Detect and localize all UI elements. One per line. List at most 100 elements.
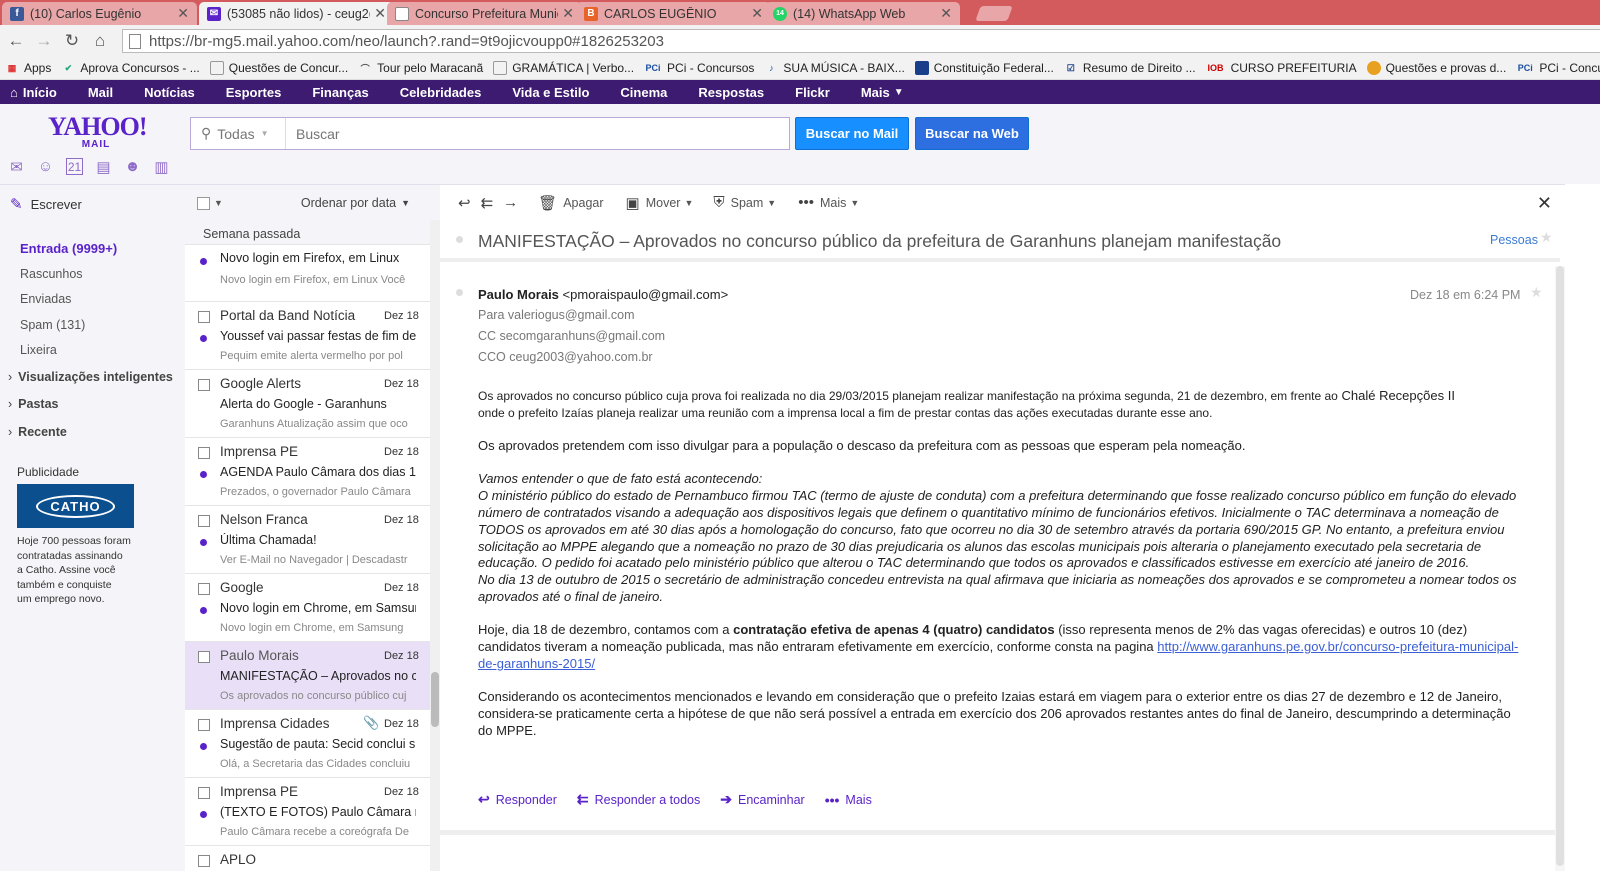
row-checkbox[interactable] xyxy=(198,515,210,527)
scrollbar-thumb[interactable] xyxy=(1556,266,1564,866)
nav-vida-e-estilo[interactable]: Vida e Estilo xyxy=(496,85,604,100)
folder-sent[interactable]: Enviadas xyxy=(20,292,71,306)
list-item[interactable]: Portal da Band Notícia Dez 18 Youssef va… xyxy=(185,302,430,370)
newsfeed-icon[interactable]: ▥ xyxy=(153,158,170,176)
calendar-icon[interactable]: 21 xyxy=(66,158,83,175)
browser-tab-concurso[interactable]: Concurso Prefeitura Munic ✕ xyxy=(387,2,582,25)
folder-spam[interactable]: Spam (131) xyxy=(20,318,85,332)
browser-tab-facebook[interactable]: f (10) Carlos Eugênio ✕ xyxy=(2,2,197,25)
messenger-icon[interactable]: ☻ xyxy=(124,158,141,175)
reply-all-button[interactable]: ⇇ Responder a todos xyxy=(577,791,700,808)
read-status-dot[interactable] xyxy=(456,289,463,296)
nav-inicio[interactable]: ⌂ Início xyxy=(0,85,72,100)
bookmark-apps[interactable]: ▦ Apps xyxy=(0,61,56,75)
bookmark-item[interactable]: ⌒ Tour pelo Maracanã xyxy=(353,61,488,75)
forward-icon[interactable]: → xyxy=(32,29,56,53)
row-checkbox[interactable] xyxy=(198,855,210,867)
bookmark-item[interactable]: ♪ SUA MÚSICA - BAIX... xyxy=(759,61,909,75)
close-tab-icon[interactable]: ✕ xyxy=(177,5,189,22)
section-smart-views[interactable]: › Visualizações inteligentes xyxy=(8,370,173,384)
section-recent[interactable]: › Recente xyxy=(8,425,67,439)
yahoo-mail-logo[interactable]: YAHOO! MAIL xyxy=(48,114,148,150)
row-checkbox[interactable] xyxy=(198,447,210,459)
row-checkbox[interactable] xyxy=(198,311,210,323)
nav-respostas[interactable]: Respostas xyxy=(682,85,779,100)
message-scrollbar[interactable] xyxy=(1555,266,1565,871)
nav-financas[interactable]: Finanças xyxy=(296,85,383,100)
section-folders[interactable]: › Pastas xyxy=(8,397,58,411)
back-icon[interactable]: ← xyxy=(4,29,28,53)
forward-button[interactable]: ➔ Encaminhar xyxy=(720,791,804,808)
list-item[interactable]: Nelson Franca Dez 18 Última Chamada! Ver… xyxy=(185,506,430,574)
row-checkbox[interactable] xyxy=(198,583,210,595)
read-status-dot[interactable] xyxy=(456,236,463,243)
close-tab-icon[interactable]: ✕ xyxy=(751,5,763,22)
folder-inbox[interactable]: Entrada (9999+) xyxy=(20,241,117,256)
bookmark-item[interactable]: ✔ Aprova Concursos - ... xyxy=(56,61,204,75)
nav-flickr[interactable]: Flickr xyxy=(779,85,845,100)
bookmark-item[interactable]: Questões e provas d... xyxy=(1362,61,1512,75)
home-icon[interactable]: ⌂ xyxy=(88,29,112,53)
move-button[interactable]: ▣ Mover ▼ xyxy=(626,194,694,212)
folder-drafts[interactable]: Rascunhos xyxy=(20,267,83,281)
spam-button[interactable]: ⛨ Spam ▼ xyxy=(713,194,776,211)
forward-icon[interactable]: → xyxy=(503,194,524,211)
nav-mail[interactable]: Mail xyxy=(72,85,128,100)
close-tab-icon[interactable]: ✕ xyxy=(940,5,952,22)
row-checkbox[interactable] xyxy=(198,651,210,663)
compose-button[interactable]: ✎ Escrever xyxy=(10,195,82,213)
nav-celebridades[interactable]: Celebridades xyxy=(384,85,497,100)
nav-cinema[interactable]: Cinema xyxy=(604,85,682,100)
select-all-checkbox[interactable] xyxy=(197,196,210,210)
sort-dropdown[interactable]: Ordenar por data ▼ xyxy=(301,196,410,210)
close-tab-icon[interactable]: ✕ xyxy=(374,5,386,22)
bookmark-item[interactable]: PCi PCi - Concur xyxy=(1511,61,1600,75)
nav-mais[interactable]: Mais ▼ xyxy=(845,85,919,100)
row-checkbox[interactable] xyxy=(198,719,210,731)
browser-tab-whatsapp[interactable]: 14 (14) WhatsApp Web ✕ xyxy=(765,2,960,25)
folder-trash[interactable]: Lixeira xyxy=(20,343,57,357)
bookmark-item[interactable]: ☑ Resumo de Direito ... xyxy=(1059,61,1201,75)
scrollbar-thumb[interactable] xyxy=(431,672,439,727)
list-item[interactable]: Imprensa Cidades 📎 Dez 18 Sugestão de pa… xyxy=(185,710,430,778)
close-tab-icon[interactable]: ✕ xyxy=(562,5,574,22)
star-icon[interactable]: ★ xyxy=(1540,229,1553,246)
more-button[interactable]: ••• Mais ▼ xyxy=(798,194,859,211)
address-bar[interactable]: https://br-mg5.mail.yahoo.com/neo/launch… xyxy=(122,29,1600,53)
contacts-icon[interactable]: ☺ xyxy=(37,158,54,175)
row-checkbox[interactable] xyxy=(198,379,210,391)
list-item[interactable]: Novo login em Firefox, em Linux Novo log… xyxy=(185,245,430,302)
bookmark-item[interactable]: Questões de Concur... xyxy=(205,61,353,75)
ad-text[interactable]: Hoje 700 pessoas foram contratadas assin… xyxy=(17,534,142,607)
search-web-button[interactable]: Buscar na Web xyxy=(915,117,1029,150)
mail-icon[interactable]: ✉ xyxy=(8,158,25,176)
browser-tab-yahoo-mail[interactable]: ✉ (53085 não lidos) - ceug2( ✕ xyxy=(199,2,394,25)
list-item[interactable]: Google Alerts Dez 18 Alerta do Google - … xyxy=(185,370,430,438)
list-item[interactable]: Google Dez 18 Novo login em Chrome, em S… xyxy=(185,574,430,642)
delete-button[interactable]: 🗑 Apagar xyxy=(538,194,603,212)
notepad-icon[interactable]: ▤ xyxy=(95,158,112,176)
nav-noticias[interactable]: Notícias xyxy=(128,85,210,100)
sender-line[interactable]: Paulo Morais <pmoraispaulo@gmail.com> xyxy=(478,287,728,302)
list-item[interactable]: Imprensa PE Dez 18 (TEXTO E FOTOS) Paulo… xyxy=(185,778,430,846)
reply-all-icon[interactable]: ⇇ xyxy=(481,194,500,212)
people-link[interactable]: Pessoas xyxy=(1490,233,1538,247)
nav-esportes[interactable]: Esportes xyxy=(210,85,297,100)
list-item[interactable]: APLO xyxy=(185,846,430,872)
message-list-scrollbar[interactable] xyxy=(430,220,440,871)
bookmark-item[interactable]: Constituição Federal... xyxy=(910,61,1059,75)
bookmark-item[interactable]: GRAMÁTICA | Verbo... xyxy=(488,61,639,75)
chevron-down-icon[interactable]: ▼ xyxy=(214,198,223,208)
more-actions-button[interactable]: ••• Mais xyxy=(825,792,872,808)
search-input[interactable] xyxy=(286,118,789,149)
new-tab-button[interactable] xyxy=(975,6,1013,21)
search-scope-dropdown[interactable]: ⚲ Todas ▼ xyxy=(191,118,286,149)
search-mail-button[interactable]: Buscar no Mail xyxy=(795,117,909,150)
reload-icon[interactable]: ↻ xyxy=(60,29,84,53)
bookmark-item[interactable]: IOB CURSO PREFEITURIA xyxy=(1201,61,1362,75)
list-item[interactable]: Imprensa PE Dez 18 AGENDA Paulo Câmara d… xyxy=(185,438,430,506)
star-icon[interactable]: ★ xyxy=(1530,284,1543,301)
list-item-selected[interactable]: Paulo Morais Dez 18 MANIFESTAÇÃO – Aprov… xyxy=(185,642,430,710)
row-checkbox[interactable] xyxy=(198,787,210,799)
ad-banner[interactable]: CATHO xyxy=(17,484,134,528)
